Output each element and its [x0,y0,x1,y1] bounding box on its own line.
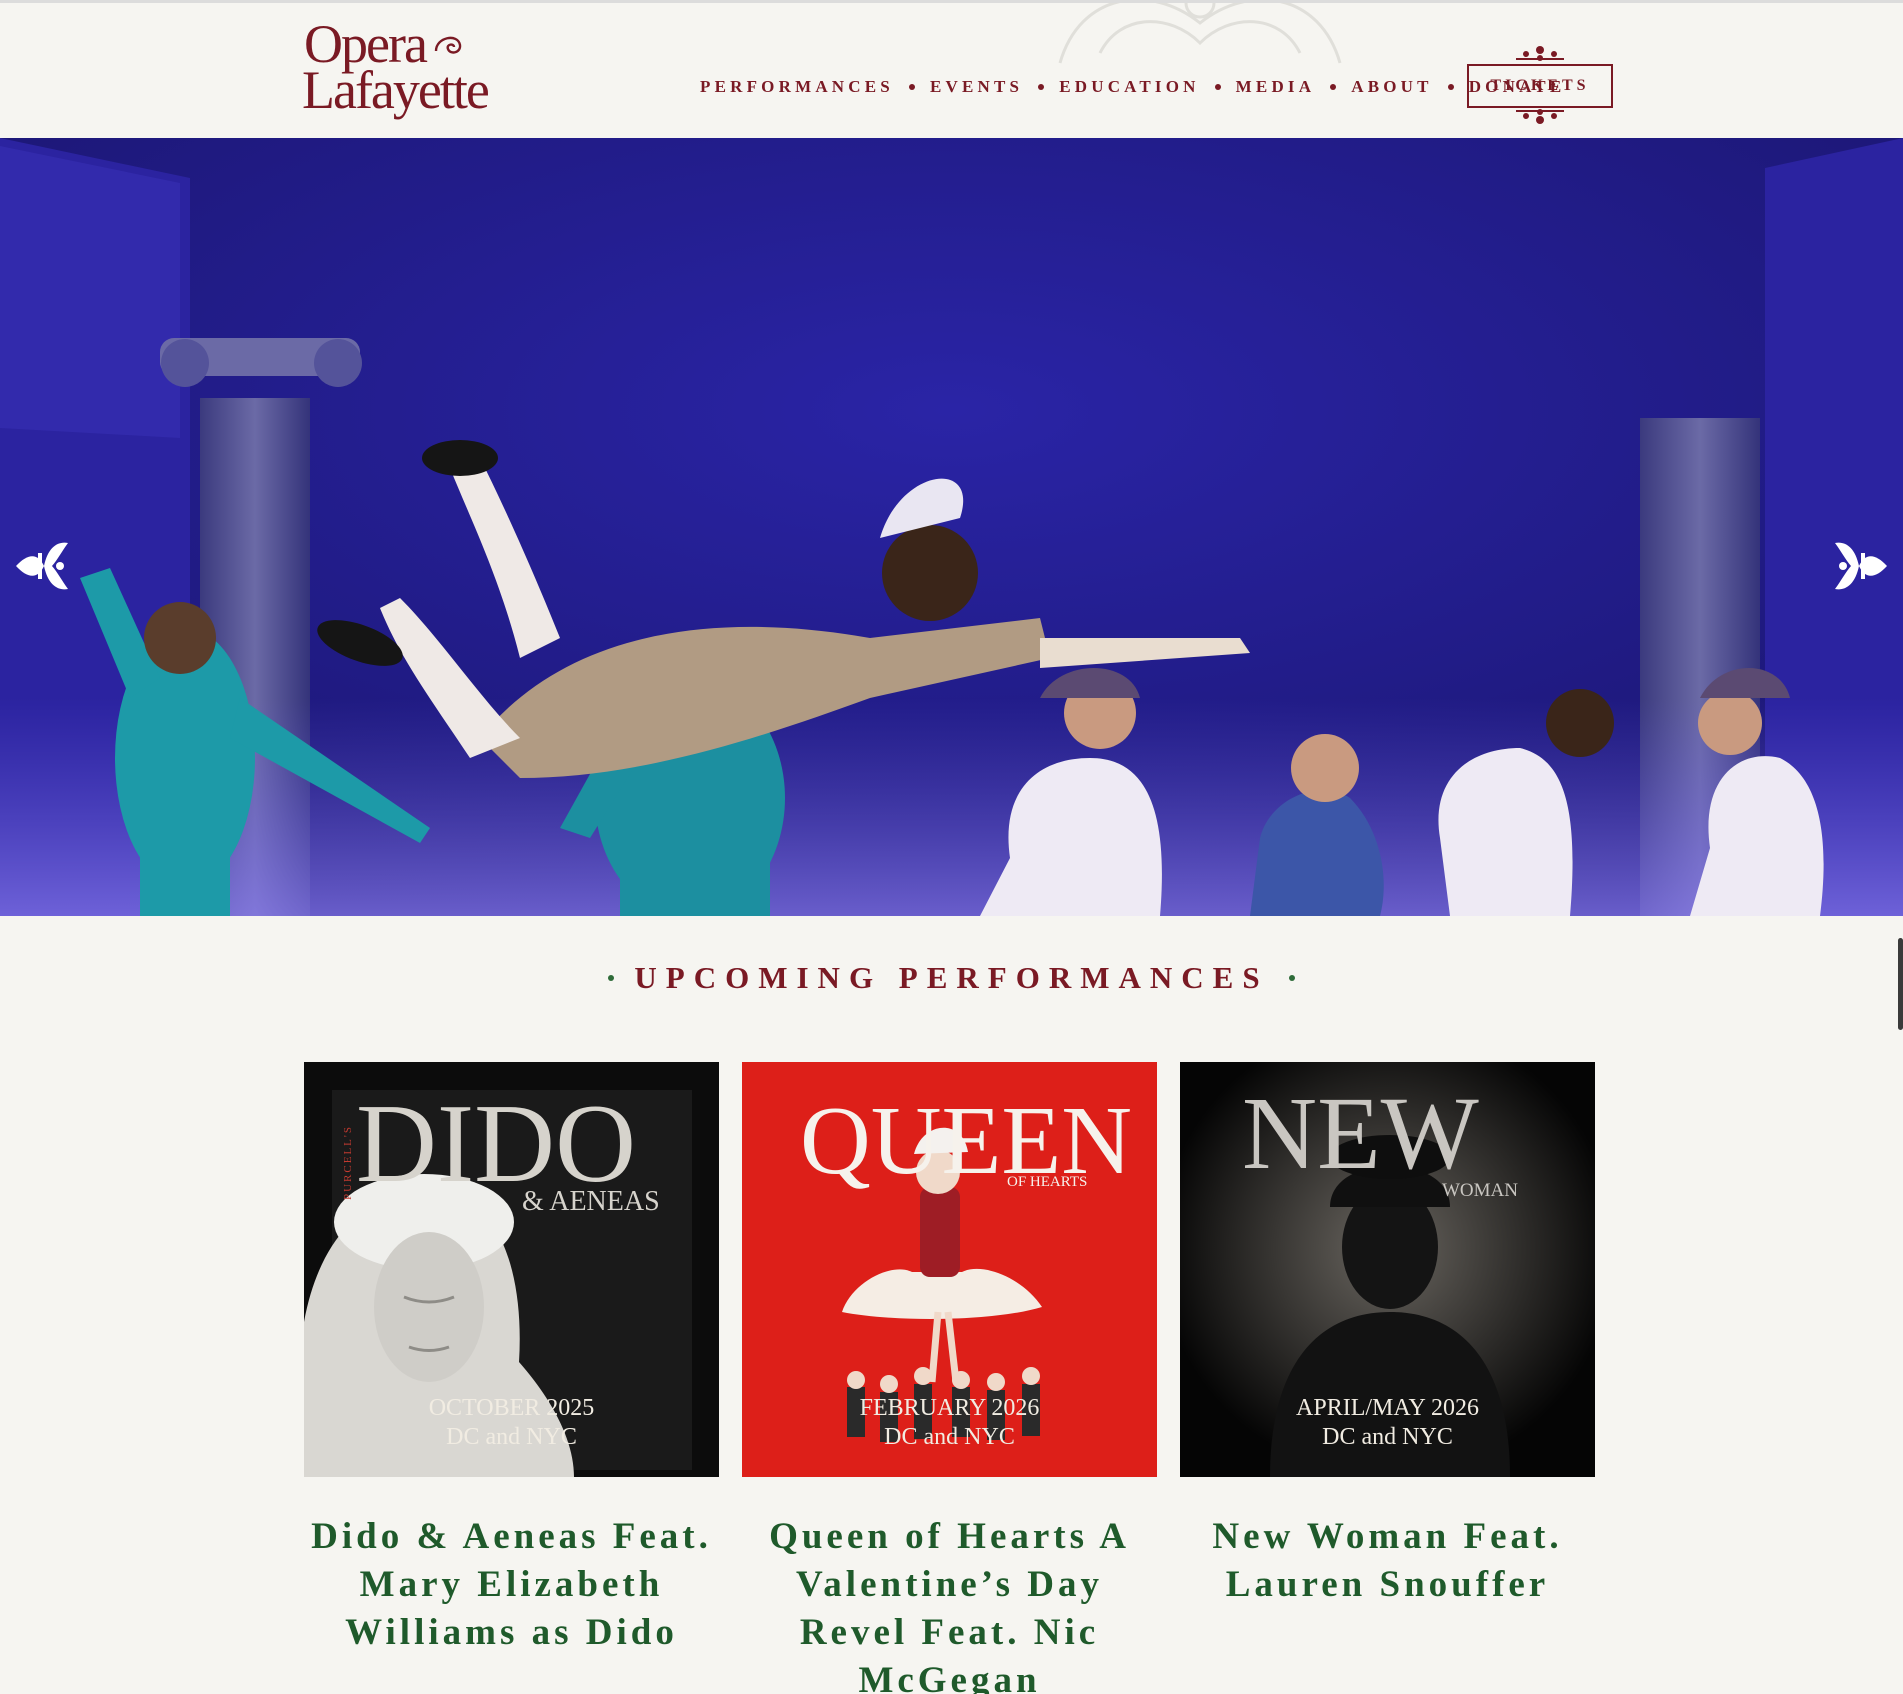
poster-title: NEW [1242,1076,1479,1191]
tickets-top-ornament-icon [1516,46,1564,61]
opera-lafayette-logo[interactable]: Opera Lafayette [302,17,502,121]
nav-separator-dot [1214,84,1221,90]
nav-separator-dot [1447,84,1454,90]
poster-subtitle: OF HEARTS [1007,1174,1088,1190]
main-nav: PERFORMANCES EVENTS EDUCATION MEDIA ABOU… [700,75,1565,99]
site-header: Opera Lafayette PERFORMANCES EVENTS EDUC… [0,0,1903,138]
performance-card-new-woman[interactable]: NEW WOMAN APRIL/MAY 2026 DC and NYC New … [1180,1062,1595,1609]
page-scrollbar[interactable] [1898,938,1903,1030]
performance-title[interactable]: Dido & Aeneas Feat. Mary Elizabeth Willi… [304,1513,719,1657]
performance-title[interactable]: New Woman Feat. Lauren Snouffer [1180,1513,1595,1609]
logo-swirl-icon [434,36,462,54]
hero-carousel [0,138,1903,916]
nav-media[interactable]: MEDIA [1236,77,1316,97]
upcoming-performances-heading: UPCOMING PERFORMANCES [634,960,1269,995]
tickets-bottom-ornament-icon [1516,109,1564,124]
poster-new-woman[interactable]: NEW WOMAN APRIL/MAY 2026 DC and NYC [1180,1062,1595,1477]
poster-date: FEBRUARY 2026 DC and NYC [742,1394,1157,1452]
carousel-prev-arrow-icon[interactable] [8,533,74,599]
performance-title[interactable]: Queen of Hearts A Valentine’s Day Revel … [742,1513,1157,1694]
poster-date: OCTOBER 2025 DC and NYC [304,1394,719,1452]
performance-card-dido[interactable]: PURCELL'S DIDO & AENEAS OCTOBER 2025 DC … [304,1062,719,1657]
poster-dido[interactable]: PURCELL'S DIDO & AENEAS OCTOBER 2025 DC … [304,1062,719,1477]
nav-about[interactable]: ABOUT [1351,77,1432,97]
poster-date-line-1: FEBRUARY 2026 [859,1395,1040,1421]
carousel-next-arrow-icon[interactable] [1829,533,1895,599]
heading-dot-left [608,975,615,981]
poster-subtitle: WOMAN [1442,1180,1518,1201]
logo-line-lafayette: Lafayette [302,60,490,120]
nav-separator-dot [1330,84,1337,90]
poster-date-line-1: APRIL/MAY 2026 [1296,1395,1479,1421]
nav-education[interactable]: EDUCATION [1059,77,1199,97]
tickets-button[interactable]: TICKETS [1467,64,1613,108]
nav-separator-dot [908,84,915,90]
poster-queen-of-hearts[interactable]: QUEEN OF HEARTS FEBRUARY 2026 DC and NYC [742,1062,1157,1477]
poster-small-label: PURCELL'S [342,1125,354,1200]
nav-performances[interactable]: PERFORMANCES [700,77,894,97]
nav-events[interactable]: EVENTS [930,77,1023,97]
poster-date-line-2: DC and NYC [446,1424,577,1450]
poster-date-line-1: OCTOBER 2025 [428,1395,595,1421]
upcoming-performances-heading-row: UPCOMING PERFORMANCES [0,960,1903,996]
nav-separator-dot [1038,84,1045,90]
poster-date: APRIL/MAY 2026 DC and NYC [1180,1394,1595,1452]
poster-title: DIDO [356,1082,636,1206]
header-ornament-icon [1058,3,1342,64]
poster-subtitle: & AENEAS [522,1186,660,1217]
hero-stage-photo [0,138,1903,916]
performance-card-queen-of-hearts[interactable]: QUEEN OF HEARTS FEBRUARY 2026 DC and NYC… [742,1062,1157,1694]
poster-date-line-2: DC and NYC [884,1424,1015,1450]
poster-date-line-2: DC and NYC [1322,1424,1453,1450]
heading-dot-right [1288,975,1295,981]
